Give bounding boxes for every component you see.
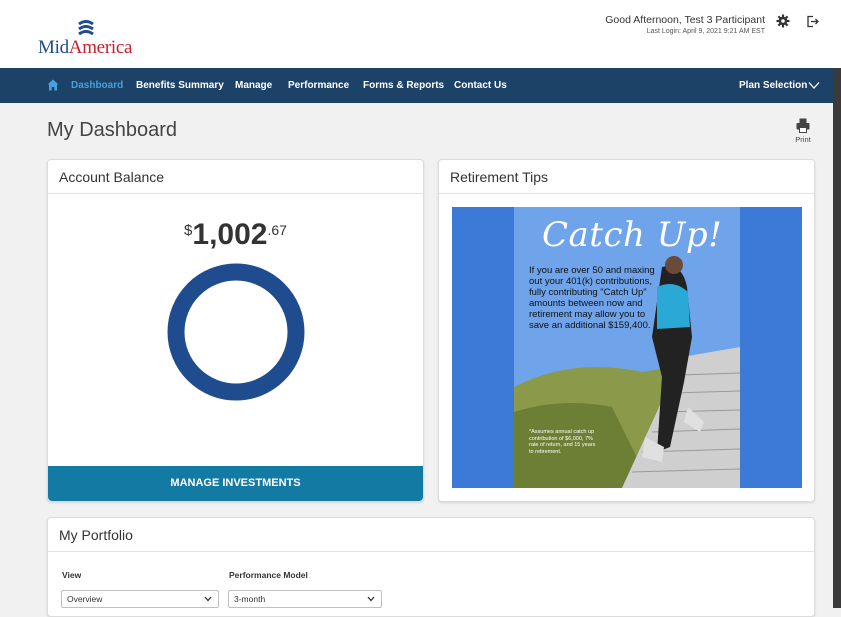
retirement-tips-title: Retirement Tips xyxy=(439,160,814,194)
account-balance-card: Account Balance $1,002.67 MANAGE INVESTM… xyxy=(47,159,424,502)
nav-performance[interactable]: Performance xyxy=(288,68,349,103)
greeting-text: Good Afternoon, Test 3 Participant xyxy=(605,14,765,26)
chevron-down-icon xyxy=(204,596,212,602)
promo-body: If you are over 50 and maxing out your 4… xyxy=(529,265,655,331)
performance-model-select[interactable]: 3-month xyxy=(228,590,382,608)
window-edge xyxy=(833,68,841,608)
my-portfolio-card: My Portfolio View Overview Performance M… xyxy=(47,517,815,617)
performance-model-value: 3-month xyxy=(234,594,266,604)
promo-heading: Catch Up! xyxy=(542,215,723,255)
logout-icon[interactable] xyxy=(806,15,819,28)
nav-manage[interactable]: Manage xyxy=(235,68,272,103)
account-balance-title: Account Balance xyxy=(48,160,423,194)
printer-icon xyxy=(796,118,810,133)
my-portfolio-title: My Portfolio xyxy=(48,518,814,552)
logo-text: MidAmerica xyxy=(38,37,133,58)
main-nav: Dashboard Benefits Summary Manage Perfor… xyxy=(0,68,833,103)
print-label: Print xyxy=(795,135,811,144)
chevron-down-icon xyxy=(367,596,375,602)
catch-up-promo-image[interactable]: Catch Up! If you are over 50 and maxing … xyxy=(452,207,802,488)
page-title: My Dashboard xyxy=(47,119,178,141)
print-button[interactable]: Print xyxy=(792,118,814,144)
balance-currency: $ xyxy=(184,222,193,239)
balance-donut-chart[interactable] xyxy=(166,262,306,402)
home-icon[interactable] xyxy=(47,79,59,91)
nav-contact-us[interactable]: Contact Us xyxy=(454,68,507,103)
nav-dashboard[interactable]: Dashboard xyxy=(71,68,123,103)
user-greeting: Good Afternoon, Test 3 Participant Last … xyxy=(605,14,765,35)
manage-investments-button[interactable]: MANAGE INVESTMENTS xyxy=(48,466,423,501)
chevron-down-icon[interactable] xyxy=(808,81,820,90)
view-label: View xyxy=(62,570,82,580)
nav-benefits-summary[interactable]: Benefits Summary xyxy=(136,68,224,103)
view-select[interactable]: Overview xyxy=(61,590,219,608)
donut-ring[interactable] xyxy=(167,263,305,401)
view-select-value: Overview xyxy=(67,594,103,604)
gear-icon[interactable] xyxy=(776,14,790,28)
top-header: MidAmerica Good Afternoon, Test 3 Partic… xyxy=(0,0,841,68)
retirement-tips-card: Retirement Tips Catch Up! If you are ove… xyxy=(438,159,815,502)
plan-selection-dropdown[interactable]: Plan Selection xyxy=(739,68,807,103)
last-login-text: Last Login: April 9, 2021 9:21 AM EST xyxy=(646,28,765,35)
midamerica-logo[interactable]: MidAmerica xyxy=(38,18,138,58)
promo-footnote: *Assumes annual catch up contribution of… xyxy=(529,429,596,455)
logo-mark-icon xyxy=(78,20,94,36)
balance-whole: 1,002 xyxy=(192,218,268,251)
performance-model-label: Performance Model xyxy=(229,570,308,580)
balance-cents: .67 xyxy=(267,222,287,238)
balance-amount: $1,002.67 xyxy=(48,218,423,252)
nav-forms-reports[interactable]: Forms & Reports xyxy=(363,68,444,103)
